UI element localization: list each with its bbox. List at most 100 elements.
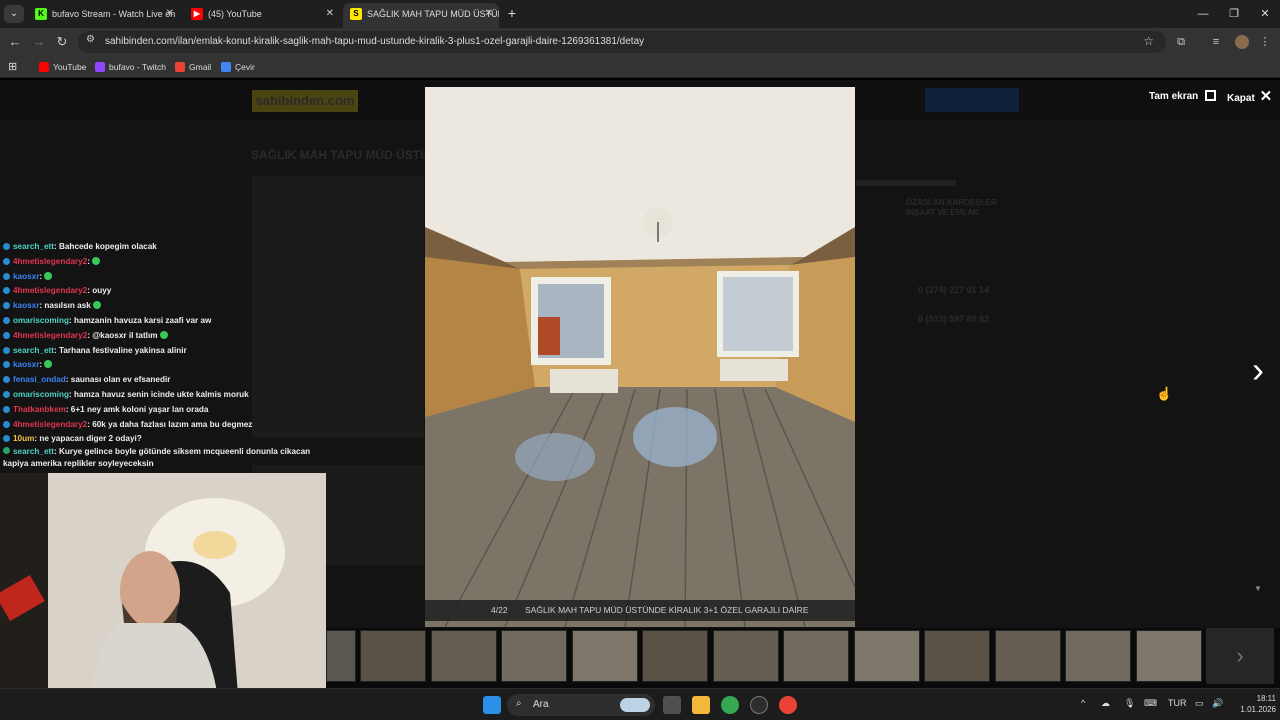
chat-username[interactable]: search_ett (13, 346, 54, 355)
gallery-thumbnail[interactable] (326, 630, 356, 682)
gallery-thumbnail[interactable] (430, 630, 497, 682)
stream-chat: search_ett: Bahcede kopegim olacak 4hmeti… (0, 240, 330, 470)
forward-button[interactable]: → (31, 34, 47, 50)
chat-username[interactable]: kaosxr (13, 272, 39, 281)
chat-username[interactable]: 4hmetislegendary2 (13, 420, 87, 429)
new-tab-button[interactable]: + (505, 4, 519, 22)
chat-text: : @kaosxr il tatlım (87, 330, 158, 340)
bookmark-translate[interactable]: Çevir (221, 59, 255, 75)
address-bar[interactable]: ⚙ sahibinden.com/ilan/emlak-konut-kirali… (78, 31, 1166, 53)
emote-icon (91, 256, 100, 265)
next-photo-arrow[interactable]: › (1244, 350, 1272, 390)
task-view-icon[interactable] (663, 696, 681, 714)
file-explorer-icon[interactable] (692, 696, 710, 714)
gallery-thumbnail[interactable] (571, 630, 638, 682)
scroll-down-icon[interactable]: ▼ (1254, 584, 1262, 593)
media-control-icon[interactable]: ≡ (1209, 35, 1223, 49)
chat-username[interactable]: search_ett (13, 242, 54, 251)
fullscreen-button[interactable]: Tam ekran (1149, 90, 1217, 104)
badge-icon (3, 346, 10, 354)
back-button[interactable]: ← (7, 34, 23, 50)
close-icon[interactable]: ✕ (166, 3, 174, 25)
volume-icon[interactable]: 🔊 (1212, 698, 1223, 709)
gallery-thumbnail[interactable] (994, 630, 1061, 682)
chat-username[interactable]: 4hmetislegendary2 (13, 257, 87, 266)
site-logo[interactable]: sahibinden.com (252, 90, 358, 112)
gallery-thumbnail[interactable] (1135, 630, 1202, 682)
close-icon[interactable]: ✕ (485, 3, 493, 25)
chat-message: search_ett: Tarhana festivaline yakinsa … (3, 344, 187, 358)
gallery-thumbnail[interactable] (360, 630, 426, 682)
chat-username[interactable]: kaosxr (13, 360, 39, 369)
chrome-active-icon[interactable] (779, 696, 797, 714)
minimize-button[interactable]: — (1188, 0, 1218, 28)
gallery-thumbnail[interactable] (712, 630, 779, 682)
tab-title: SAĞLIK MAH TAPU MÜD ÜSTÜN (367, 9, 499, 19)
weather-icon[interactable] (620, 698, 650, 712)
chat-username[interactable]: 10um (13, 434, 34, 443)
gallery-photo[interactable] (425, 87, 855, 627)
kick-icon: K (35, 8, 47, 20)
apps-icon[interactable]: ⊞ (8, 59, 17, 75)
tab-youtube[interactable]: ▶ (45) YouTube ✕ (184, 3, 340, 28)
tab-search-icon[interactable]: ⌄ (4, 5, 24, 23)
keyboard-icon[interactable]: ⌨ (1144, 698, 1157, 709)
restore-button[interactable]: ❐ (1219, 0, 1249, 28)
menu-icon[interactable]: ⋮ (1258, 35, 1272, 49)
close-icon: ✕ (1259, 88, 1273, 105)
bookmark-star-icon[interactable]: ☆ (1143, 34, 1154, 48)
taskbar-search[interactable]: ⌕ Ara (507, 694, 655, 716)
bookmark-gmail[interactable]: Gmail (175, 59, 211, 75)
gallery-thumbnail[interactable] (783, 630, 849, 682)
clock[interactable]: 18:11 1.01.2026 (1236, 693, 1276, 715)
tray-overflow-icon[interactable]: ^ (1081, 698, 1085, 708)
close-icon[interactable]: ✕ (326, 3, 334, 25)
youtube-icon (39, 62, 49, 72)
chrome-icon[interactable] (721, 696, 739, 714)
gallery-thumbnail[interactable] (501, 630, 567, 682)
phone-2: 0 (533) 597 80 83 (918, 314, 990, 324)
input-language[interactable]: TUR (1168, 698, 1187, 708)
chat-username[interactable]: Thatkanbkem (13, 405, 66, 414)
screen: ⌄ K bufavo Stream - Watch Live on ✕ ▶ (4… (0, 0, 1280, 720)
gallery-thumbnail[interactable] (642, 630, 708, 682)
chat-username[interactable]: 4hmetislegendary2 (13, 331, 87, 340)
tab-sahibinden[interactable]: S SAĞLIK MAH TAPU MÜD ÜSTÜN ✕ (343, 3, 499, 28)
profile-avatar[interactable] (1235, 35, 1249, 49)
chat-username[interactable]: omariscoming (13, 390, 69, 399)
extensions-icon[interactable]: ⧉ (1174, 35, 1188, 49)
display-icon[interactable]: ▭ (1195, 698, 1204, 709)
microphone-icon[interactable]: 🎙 (1124, 698, 1135, 709)
network-app-icon[interactable]: ☁ (1101, 698, 1110, 709)
thumbs-next-arrow[interactable]: › (1206, 628, 1274, 684)
bookmark-twitch[interactable]: bufavo - Twitch (95, 59, 166, 75)
chat-message: omariscoming: hamzanin havuza karsi zaaf… (3, 314, 211, 328)
post-ad-button[interactable] (925, 88, 1019, 112)
gallery-thumbnail[interactable] (853, 630, 920, 682)
window-close-button[interactable]: ✕ (1250, 0, 1280, 28)
chat-text: : saunası olan ev efsanedir (65, 375, 171, 385)
url-text[interactable]: sahibinden.com/ilan/emlak-konut-kiralik-… (105, 36, 644, 47)
obs-icon[interactable] (750, 696, 768, 714)
start-icon[interactable] (483, 696, 501, 714)
gallery-thumbnail[interactable] (1065, 630, 1131, 682)
chat-text: : Tarhana festivaline yakinsa alinir (53, 345, 187, 355)
emote-icon (159, 330, 168, 339)
chat-username[interactable]: kaosxr (13, 301, 39, 310)
badge-icon (3, 317, 10, 324)
chat-message: 4hmetislegendary2: 60k ya daha fazlası l… (3, 418, 252, 432)
tab-kick[interactable]: K bufavo Stream - Watch Live on ✕ (28, 3, 180, 28)
fullscreen-icon (1205, 90, 1217, 101)
emote-icon (44, 271, 53, 280)
chat-username[interactable]: omariscoming (13, 316, 69, 325)
site-info-icon[interactable]: ⚙ (86, 34, 95, 45)
badge-icon (3, 287, 10, 295)
chat-username[interactable]: fenasi_ondad (13, 375, 66, 384)
bookmark-youtube[interactable]: YouTube (39, 59, 86, 75)
bookmarks-bar: ⊞ YouTube bufavo - Twitch Gmail Çevir (0, 56, 1280, 78)
gallery-thumbnail[interactable] (924, 630, 990, 682)
chat-message: Thatkanbkem: 6+1 ney amk koloni yaşar la… (3, 403, 208, 417)
close-gallery-button[interactable]: Kapat ✕ (1227, 88, 1273, 105)
chat-username[interactable]: 4hmetislegendary2 (13, 286, 87, 295)
reload-button[interactable]: ↻ (54, 34, 70, 50)
